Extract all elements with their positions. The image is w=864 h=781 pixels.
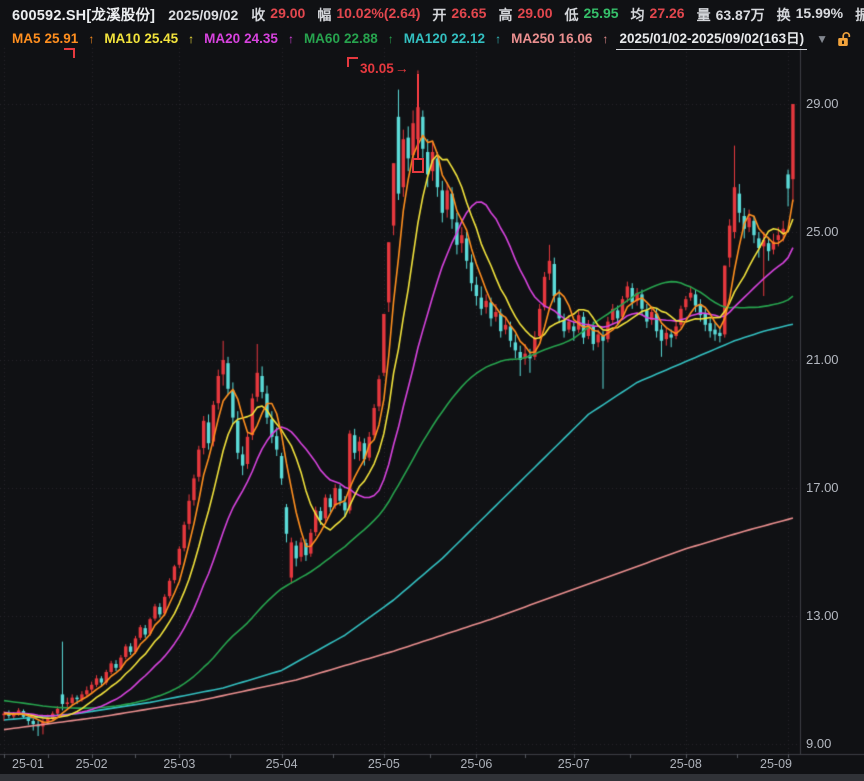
x-axis-label-25-03: 25-03 [153, 757, 205, 771]
trend-up-arrow-icon: ↑ [88, 32, 94, 46]
quote-header: 600592.SH[龙溪股份] 2025/09/02 收29.00幅10.02%… [12, 4, 860, 25]
ma-header: MA5 25.91 ↑ MA10 25.45 ↑ MA20 24.35 ↑ MA60 22.88 ↑ M… [12, 27, 852, 50]
ma-value: 22.12 [451, 31, 485, 46]
trend-up-arrow-icon: ↑ [288, 32, 294, 46]
quote-field-label: 量 [697, 5, 711, 25]
y-axis-label-29.00: 29.00 [806, 96, 839, 111]
quote-field-低: 低25.95 [565, 5, 619, 25]
chevron-down-icon[interactable]: ▼ [816, 32, 828, 46]
x-axis-label-25-07: 25-07 [548, 757, 600, 771]
quote-field-value: 29.00 [517, 5, 552, 25]
quote-field-开: 开26.65 [432, 5, 486, 25]
ma-value: 22.88 [344, 31, 378, 46]
stock-chart-window: 600592.SH[龙溪股份] 2025/09/02 收29.00幅10.02%… [0, 0, 864, 781]
annotation-corner-icon [347, 57, 358, 67]
trend-up-arrow-icon: ↑ [188, 32, 194, 46]
ma-value: 24.35 [244, 31, 278, 46]
quote-field-label: 开 [432, 5, 446, 25]
ma-value: 25.45 [144, 31, 178, 46]
symbol-title: 600592.SH[龙溪股份] [12, 4, 155, 25]
x-axis-label-25-05: 25-05 [358, 757, 410, 771]
quote-field-value: 15.99% [796, 5, 843, 25]
quote-field-label: 低 [565, 5, 579, 25]
quote-field-换: 换15.99% [777, 5, 843, 25]
quote-field-振: 振11.57% [855, 5, 864, 25]
x-axis-label-25-04: 25-04 [256, 757, 308, 771]
quote-field-label: 振 [855, 5, 864, 25]
quote-field-value: 26.65 [451, 5, 486, 25]
x-axis-label-25-06: 25-06 [450, 757, 502, 771]
quote-field-高: 高29.00 [498, 5, 552, 25]
ma-label: MA10 [104, 31, 140, 46]
trend-up-arrow-icon: ↑ [495, 32, 501, 46]
ma-label: MA250 [511, 31, 555, 46]
y-axis-label-9.00: 9.00 [806, 736, 831, 751]
ma-legend-ma5: MA5 25.91 [12, 31, 78, 46]
quote-field-均: 均27.26 [631, 5, 685, 25]
y-axis-label-17.00: 17.00 [806, 480, 839, 495]
quote-field-label: 高 [498, 5, 512, 25]
ma-label: MA5 [12, 31, 41, 46]
quote-field-value: 10.02%(2.64) [336, 5, 420, 25]
unlock-icon[interactable] [837, 31, 852, 47]
y-axis-label-21.00: 21.00 [806, 352, 839, 367]
quote-fields: 收29.00幅10.02%(2.64)开26.65高29.00低25.95均27… [251, 5, 864, 25]
quote-field-label: 换 [777, 5, 791, 25]
price-annotation[interactable]: 30.05 → [360, 60, 409, 76]
ma-legend-ma10: MA10 25.45 [104, 31, 178, 46]
candlestick-chart-canvas[interactable] [0, 0, 864, 781]
x-axis-label-25-09: 25-09 [750, 757, 802, 771]
ma-legend-ma20: MA20 24.35 [204, 31, 278, 46]
range-group: 2025/01/02-2025/09/02(163日) ▼ [616, 27, 852, 50]
x-axis-label-25-01: 25-01 [2, 757, 54, 771]
x-axis-label-25-02: 25-02 [66, 757, 118, 771]
quote-field-label: 收 [251, 5, 265, 25]
quote-field-value: 27.26 [650, 5, 685, 25]
quote-field-收: 收29.00 [251, 5, 305, 25]
y-axis-label-13.00: 13.00 [806, 608, 839, 623]
trend-up-arrow-icon: ↑ [602, 32, 608, 46]
date-range-selector[interactable]: 2025/01/02-2025/09/02(163日) [616, 27, 807, 50]
quote-field-label: 幅 [317, 5, 331, 25]
trend-up-arrow-icon: ↑ [388, 32, 394, 46]
ma-label: MA60 [304, 31, 340, 46]
annotation-pointer-line [417, 74, 419, 159]
quote-field-label: 均 [631, 5, 645, 25]
ma-legend-ma250: MA250 16.06 [511, 31, 592, 46]
ma-legend-ma60: MA60 22.88 [304, 31, 378, 46]
annotation-handle[interactable] [412, 158, 424, 173]
quote-field-量: 量63.87万 [697, 5, 765, 25]
ma-value: 25.91 [45, 31, 79, 46]
quote-field-value: 63.87万 [716, 5, 765, 25]
annotation-price-label: 30.05 [360, 61, 394, 76]
x-axis-label-25-08: 25-08 [660, 757, 712, 771]
annotation-arrow-icon: → [395, 60, 409, 76]
quote-field-幅: 幅10.02%(2.64) [317, 5, 420, 25]
quote-date: 2025/09/02 [168, 7, 238, 23]
y-axis-label-25.00: 25.00 [806, 224, 839, 239]
ma-legend: MA5 25.91 ↑ MA10 25.45 ↑ MA20 24.35 ↑ MA60 22.88 ↑ M… [12, 31, 609, 46]
ma-label: MA120 [404, 31, 448, 46]
ma-legend-ma120: MA12022.12 [404, 31, 485, 46]
window-bottom-edge [0, 774, 864, 781]
ma-value: 16.06 [559, 31, 593, 46]
quote-field-value: 29.00 [270, 5, 305, 25]
quote-field-value: 25.95 [584, 5, 619, 25]
ma-label: MA20 [204, 31, 240, 46]
